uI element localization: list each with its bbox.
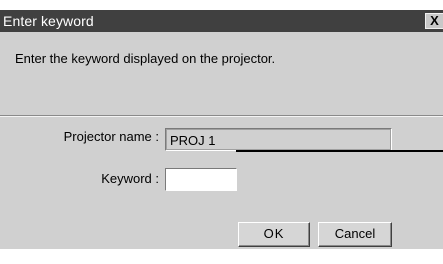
- keyword-label: Keyword :: [101, 171, 159, 186]
- projector-name-field: PROJ 1: [165, 128, 392, 151]
- title-bar[interactable]: Enter keyword X: [0, 10, 443, 32]
- projector-name-label: Projector name :: [63, 129, 159, 144]
- projector-name-value: PROJ 1: [170, 133, 216, 148]
- divider-highlight: [0, 116, 443, 117]
- instruction-text: Enter the keyword displayed on the proje…: [15, 51, 276, 66]
- callout-line: [236, 150, 443, 152]
- ok-button[interactable]: OK: [238, 222, 310, 247]
- cancel-button[interactable]: Cancel: [318, 222, 392, 247]
- keyword-input[interactable]: [165, 168, 237, 191]
- dialog-body: Enter the keyword displayed on the proje…: [0, 32, 443, 249]
- enter-keyword-dialog: Enter keyword X Enter the keyword displa…: [0, 0, 443, 264]
- dialog-title: Enter keyword: [3, 13, 94, 29]
- close-icon[interactable]: X: [425, 13, 443, 29]
